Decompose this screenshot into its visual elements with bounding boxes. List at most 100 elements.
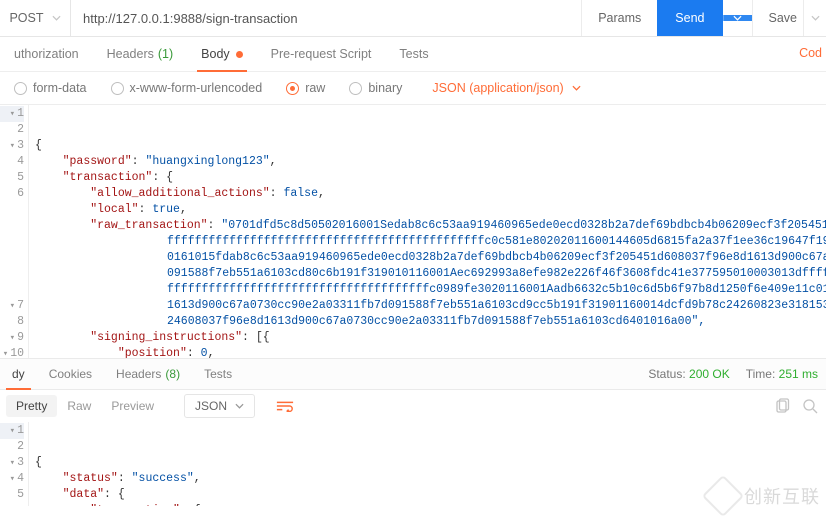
- tab-authorization[interactable]: uthorization: [0, 37, 93, 71]
- response-view-segments: Pretty Raw Preview: [6, 395, 164, 417]
- view-preview[interactable]: Preview: [101, 395, 164, 417]
- code-area[interactable]: { "password": "huangxinglong123", "trans…: [29, 105, 826, 358]
- request-toolbar: POST Params Send Save: [0, 0, 826, 37]
- json-value: "huangxinglong123": [145, 155, 269, 168]
- tab-headers[interactable]: Headers (1): [93, 37, 188, 71]
- generate-code-label: Cod: [799, 46, 822, 60]
- json-value: 091588f7eb551a6103cd80c6b191f31901011600…: [167, 267, 826, 280]
- json-value: 0: [201, 347, 208, 358]
- chevron-down-icon: [52, 15, 61, 21]
- response-format-select[interactable]: JSON: [184, 394, 255, 418]
- send-label: Send: [675, 11, 704, 25]
- chevron-down-icon: [811, 15, 820, 21]
- radio-xwww-label: x-www-form-urlencoded: [130, 81, 263, 95]
- resp-tab-headers[interactable]: Headers (8): [104, 359, 192, 389]
- line-gutter: ▾1 2 ▾3 4 5 6 ▾7 8 ▾9 ▾10 ▾11 12 13: [0, 105, 29, 358]
- content-type-select[interactable]: JSON (application/json): [432, 81, 580, 95]
- radio-form-data[interactable]: form-data: [6, 81, 95, 95]
- params-label: Params: [598, 11, 641, 25]
- chevron-down-icon: [235, 403, 244, 409]
- radio-icon: [286, 82, 299, 95]
- request-body-editor[interactable]: ▾1 2 ▾3 4 5 6 ▾7 8 ▾9 ▾10 ▾11 12 13 { "p…: [0, 105, 826, 358]
- resp-tab-cookies[interactable]: Cookies: [37, 359, 104, 389]
- code-area[interactable]: { "status": "success", "data": { "transa…: [29, 422, 826, 506]
- view-preview-label: Preview: [111, 399, 154, 413]
- radio-binary[interactable]: binary: [341, 81, 410, 95]
- response-tabs: dy Cookies Headers (8) Tests Status: 200…: [0, 358, 826, 390]
- tab-headers-label: Headers: [107, 47, 154, 61]
- json-key: "transaction": [90, 504, 180, 506]
- save-button[interactable]: Save: [752, 0, 804, 36]
- resp-tab-body-label: dy: [12, 367, 25, 381]
- radio-raw-label: raw: [305, 81, 325, 95]
- params-button[interactable]: Params: [581, 0, 657, 36]
- tab-tests[interactable]: Tests: [385, 37, 442, 71]
- response-action-icons: [774, 390, 818, 422]
- json-value: ffffffffffffffffffffffffffffffffffffffff…: [167, 235, 826, 248]
- radio-icon: [14, 82, 27, 95]
- response-format-label: JSON: [195, 399, 227, 413]
- resp-tab-body[interactable]: dy: [0, 359, 37, 389]
- radio-raw[interactable]: raw: [278, 81, 333, 95]
- tab-body[interactable]: Body: [187, 37, 257, 71]
- json-key: "password": [63, 155, 132, 168]
- resp-tab-headers-label: Headers: [116, 367, 161, 381]
- wrap-lines-button[interactable]: [273, 395, 297, 417]
- json-key: "position": [118, 347, 187, 358]
- body-type-row: form-data x-www-form-urlencoded raw bina…: [0, 72, 826, 105]
- send-button[interactable]: Send: [657, 0, 722, 36]
- wrap-icon: [276, 400, 294, 412]
- json-value: ffffffffffffffffffffffffffffffffffffffc0…: [167, 283, 826, 296]
- generate-code-link[interactable]: Cod: [799, 46, 822, 60]
- view-raw-label: Raw: [67, 399, 91, 413]
- resp-tab-tests[interactable]: Tests: [192, 359, 244, 389]
- radio-icon: [349, 82, 362, 95]
- view-pretty[interactable]: Pretty: [6, 395, 57, 417]
- tab-prerequest[interactable]: Pre-request Script: [257, 37, 386, 71]
- tab-authorization-label: uthorization: [14, 47, 79, 61]
- response-body-editor[interactable]: ▾1 2 ▾3 ▾4 5 { "status": "success", "dat…: [0, 422, 826, 506]
- content-type-label: JSON (application/json): [432, 81, 563, 95]
- chevron-down-icon: [733, 15, 742, 21]
- save-dropdown[interactable]: [803, 0, 826, 36]
- json-value: "success": [132, 472, 194, 485]
- url-input[interactable]: [71, 0, 581, 36]
- status-label: Status: 200 OK: [648, 367, 729, 381]
- tab-tests-label: Tests: [399, 47, 428, 61]
- json-key: "signing_instructions": [90, 331, 242, 344]
- copy-icon[interactable]: [774, 398, 790, 414]
- line-gutter: ▾1 2 ▾3 ▾4 5: [0, 422, 29, 506]
- json-value: 24608037f96e8d1613d900c67a0730cc90e2a033…: [167, 315, 705, 328]
- json-value: "0701dfd5c8d50502016001Sedab8c6c53aa9194…: [221, 219, 826, 232]
- json-key: "status": [63, 472, 118, 485]
- json-key: "raw_transaction": [90, 219, 207, 232]
- json-value: 0161015fdab8c6c53aa919460965ede0ecd0328b…: [167, 251, 826, 264]
- resp-tab-tests-label: Tests: [204, 367, 232, 381]
- radio-xwww[interactable]: x-www-form-urlencoded: [103, 81, 271, 95]
- chevron-down-icon: [572, 85, 581, 91]
- time-label: Time: 251 ms: [746, 367, 818, 381]
- http-method-select[interactable]: POST: [0, 0, 71, 36]
- search-icon[interactable]: [802, 398, 818, 414]
- view-pretty-label: Pretty: [16, 399, 47, 413]
- tab-headers-count: (1): [158, 47, 173, 61]
- json-key: "data": [63, 488, 104, 501]
- json-value: false: [283, 187, 318, 200]
- request-tabs: uthorization Headers (1) Body Pre-reques…: [0, 37, 826, 72]
- status-value: 200 OK: [689, 367, 730, 381]
- json-key: "local": [90, 203, 138, 216]
- json-key: "allow_additional_actions": [90, 187, 269, 200]
- time-value: 251 ms: [779, 367, 818, 381]
- save-label: Save: [769, 11, 798, 25]
- json-key: "transaction": [63, 171, 153, 184]
- view-raw[interactable]: Raw: [57, 395, 101, 417]
- http-method-label: POST: [9, 11, 43, 25]
- radio-binary-label: binary: [368, 81, 402, 95]
- radio-icon: [111, 82, 124, 95]
- send-dropdown[interactable]: [723, 15, 752, 21]
- resp-tab-headers-count: (8): [165, 367, 180, 381]
- response-view-toolbar: Pretty Raw Preview JSON: [0, 390, 826, 422]
- json-value: 1613d900c67a0730cc90e2a03311fb7d091588f7…: [167, 299, 826, 312]
- tab-body-label: Body: [201, 47, 230, 61]
- tab-prerequest-label: Pre-request Script: [271, 47, 372, 61]
